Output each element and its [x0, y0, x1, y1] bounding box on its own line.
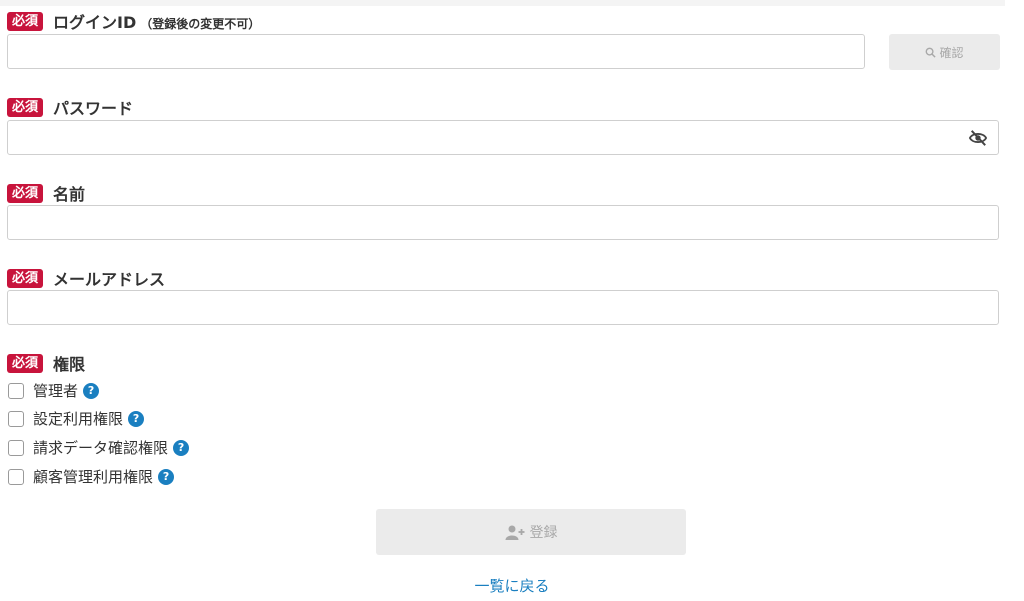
email-field[interactable] — [7, 290, 999, 325]
permission-label: 設定利用権限 — [33, 410, 124, 428]
login-id-note: （登録後の変更不可） — [140, 17, 261, 31]
login-id-input[interactable] — [8, 35, 864, 68]
password-input[interactable] — [8, 121, 998, 154]
confirm-button[interactable]: 確認 — [889, 34, 1000, 70]
register-button-label: 登録 — [529, 525, 558, 541]
search-icon — [926, 47, 937, 58]
password-label-row: 必須 パスワード — [7, 95, 133, 119]
help-icon[interactable]: ? — [173, 439, 190, 456]
login-id-label: ログインID — [53, 13, 137, 32]
top-divider — [0, 0, 1005, 6]
required-badge: 必須 — [7, 11, 44, 31]
email-label: メールアドレス — [53, 270, 166, 289]
permissions-label: 権限 — [53, 355, 86, 374]
required-badge: 必須 — [7, 268, 44, 288]
required-badge: 必須 — [7, 353, 44, 373]
required-badge: 必須 — [7, 183, 44, 203]
eye-slash-icon[interactable] — [968, 129, 988, 147]
permissions-label-row: 必須 権限 — [7, 351, 85, 375]
help-icon[interactable]: ? — [83, 382, 100, 399]
register-button[interactable]: 登録 — [376, 509, 686, 555]
permission-label: 顧客管理利用権限 — [33, 468, 154, 486]
checkbox[interactable] — [8, 439, 24, 456]
help-icon[interactable]: ? — [158, 468, 175, 485]
checkbox[interactable] — [8, 410, 24, 427]
login-id-label-row: 必須 ログインID （登録後の変更不可） — [7, 9, 260, 33]
password-field[interactable] — [7, 120, 999, 155]
permission-label: 管理者 — [33, 382, 79, 400]
permission-settings[interactable]: 設定利用権限 ? — [8, 408, 145, 429]
login-id-field[interactable] — [7, 34, 865, 69]
password-label: パスワード — [53, 99, 134, 118]
name-input[interactable] — [8, 206, 998, 239]
user-plus-icon — [505, 525, 524, 540]
name-label: 名前 — [53, 185, 86, 204]
help-icon[interactable]: ? — [128, 410, 145, 427]
confirm-button-label: 確認 — [939, 45, 964, 60]
back-to-list-link[interactable]: 一覧に戻る — [0, 575, 1024, 596]
email-label-row: 必須 メールアドレス — [7, 266, 165, 290]
required-badge: 必須 — [7, 97, 44, 117]
permission-admin[interactable]: 管理者 ? — [8, 380, 100, 401]
checkbox[interactable] — [8, 468, 24, 485]
checkbox[interactable] — [8, 382, 24, 399]
name-label-row: 必須 名前 — [7, 181, 85, 205]
permission-customer[interactable]: 顧客管理利用権限 ? — [8, 466, 175, 487]
name-field[interactable] — [7, 205, 999, 240]
permission-billing[interactable]: 請求データ確認権限 ? — [8, 437, 190, 458]
permission-label: 請求データ確認権限 — [33, 439, 169, 457]
email-input[interactable] — [8, 291, 998, 324]
